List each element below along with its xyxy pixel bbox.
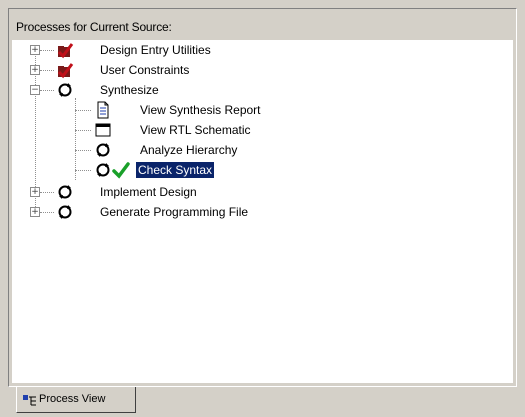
tree-item-label: Synthesize bbox=[100, 83, 159, 97]
tree-item-label: Generate Programming File bbox=[100, 205, 249, 219]
collapse-icon[interactable]: − bbox=[30, 85, 40, 95]
process-tree[interactable]: + Design Entry Utilities + User Constrai… bbox=[12, 40, 513, 383]
tree-item-analyze-hierarchy[interactable]: Analyze Hierarchy bbox=[12, 140, 512, 160]
expand-icon[interactable]: + bbox=[30, 207, 40, 217]
tree-item-check-syntax[interactable]: Check Syntax bbox=[12, 160, 512, 180]
green-check-icon bbox=[112, 162, 130, 179]
tree-item-label: View RTL Schematic bbox=[140, 123, 251, 137]
tree-item-synthesize[interactable]: − Synthesize bbox=[12, 80, 512, 100]
tree-item-implement-design[interactable]: + Implement Design bbox=[12, 182, 512, 202]
tab-bar: Process View bbox=[0, 387, 525, 417]
tree-item-label: View Synthesis Report bbox=[140, 103, 261, 117]
tab-process-view[interactable]: Process View bbox=[16, 387, 136, 413]
checked-folder-icon bbox=[57, 43, 74, 59]
process-panel: Processes for Current Source: + Design E… bbox=[8, 8, 517, 387]
tree-item-view-rtl-schematic[interactable]: View RTL Schematic bbox=[12, 120, 512, 140]
tree-item-label: User Constraints bbox=[100, 63, 190, 77]
tree-item-label: Design Entry Utilities bbox=[100, 43, 211, 57]
report-document-icon bbox=[97, 101, 109, 119]
tree-item-label: Check Syntax bbox=[136, 162, 215, 178]
tab-label: Process View bbox=[39, 393, 106, 405]
expand-icon[interactable]: + bbox=[30, 65, 40, 75]
tree-item-design-entry-utilities[interactable]: + Design Entry Utilities bbox=[12, 40, 512, 60]
schematic-window-icon bbox=[95, 123, 111, 137]
process-cycle-icon bbox=[96, 163, 110, 177]
process-cycle-icon bbox=[58, 205, 72, 219]
tree-item-view-synthesis-report[interactable]: View Synthesis Report bbox=[12, 100, 512, 120]
process-view-icon bbox=[23, 395, 36, 406]
tree-item-user-constraints[interactable]: + User Constraints bbox=[12, 60, 512, 80]
tree-item-label: Analyze Hierarchy bbox=[140, 143, 238, 157]
process-cycle-icon bbox=[58, 185, 72, 199]
tree-item-label: Implement Design bbox=[100, 185, 197, 199]
panel-title: Processes for Current Source: bbox=[16, 20, 172, 34]
process-cycle-icon bbox=[58, 83, 72, 97]
process-cycle-icon bbox=[96, 143, 110, 157]
tree-item-generate-programming-file[interactable]: + Generate Programming File bbox=[12, 202, 512, 222]
expand-icon[interactable]: + bbox=[30, 187, 40, 197]
checked-folder-icon bbox=[57, 63, 74, 79]
panel-header: Processes for Current Source: bbox=[12, 12, 513, 41]
expand-icon[interactable]: + bbox=[30, 45, 40, 55]
